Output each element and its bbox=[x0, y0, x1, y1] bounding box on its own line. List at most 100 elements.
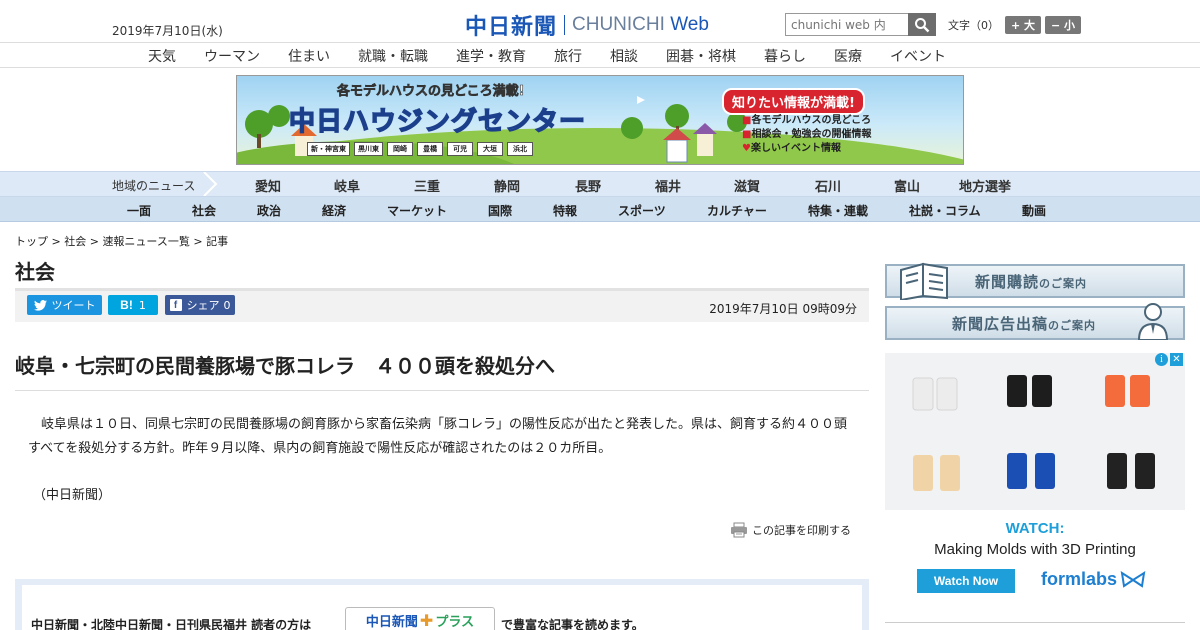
breadcrumb-separator: > bbox=[86, 235, 103, 248]
plus-promo-text: で豊富な記事を読めます。 bbox=[501, 618, 644, 630]
breadcrumb: トップ > 社会 > 速報ニュース一覧 > 記事 bbox=[15, 233, 228, 249]
banner-location: 黒川東 bbox=[354, 142, 383, 156]
search-input[interactable] bbox=[785, 13, 908, 36]
region-nav: 地域のニュース 愛知 岐阜 三重 静岡 長野 福井 滋賀 石川 富山 地方選挙 bbox=[0, 171, 1200, 197]
logo-jp: 中日新聞 bbox=[465, 14, 558, 40]
search-button[interactable] bbox=[908, 13, 936, 36]
section-nav-item[interactable]: マーケット bbox=[387, 202, 447, 219]
banner-location: 可児 bbox=[447, 142, 473, 156]
banner-location: 岡崎 bbox=[387, 142, 413, 156]
ad-close-icon[interactable]: ✕ bbox=[1170, 353, 1183, 366]
plus-cross-icon: ✚ bbox=[419, 610, 434, 630]
region-nav-item[interactable]: 福井 bbox=[655, 176, 681, 195]
breadcrumb-link[interactable]: トップ bbox=[15, 235, 48, 248]
article-credit: （中日新聞） bbox=[33, 488, 112, 503]
formlabs-butterfly-icon bbox=[1120, 570, 1146, 588]
person-icon bbox=[1137, 303, 1169, 340]
housing-center-banner[interactable]: 各モデルハウスの見どころ満載! 中日ハウジングセンター 新・神宮東 黒川東 岡崎… bbox=[236, 75, 964, 165]
section-nav-item[interactable]: 社説・コラム bbox=[909, 202, 981, 219]
section-nav-item[interactable]: 動画 bbox=[1022, 202, 1046, 219]
chevron-right-icon bbox=[203, 172, 218, 196]
region-nav-item[interactable]: 地方選挙 bbox=[959, 176, 1011, 195]
section-nav-item[interactable]: カルチャー bbox=[707, 202, 767, 219]
font-size-down-button[interactable]: − 小 bbox=[1045, 16, 1081, 34]
plus-promo-text: 中日新聞・北陸中日新聞・日刊県民福井 読者の方は bbox=[31, 618, 312, 630]
twitter-bird-icon bbox=[33, 299, 47, 311]
region-nav-item[interactable]: 石川 bbox=[815, 176, 841, 195]
banner-location: 豊橋 bbox=[417, 142, 443, 156]
section-nav-item[interactable]: 政治 bbox=[257, 202, 281, 219]
category-nav-item[interactable]: ウーマン bbox=[204, 46, 260, 66]
region-nav-item[interactable]: 三重 bbox=[414, 176, 440, 195]
category-nav-item[interactable]: 就職・転職 bbox=[358, 46, 428, 66]
category-nav-item[interactable]: 相談 bbox=[610, 46, 638, 66]
ad-product-illustration bbox=[912, 375, 1155, 491]
tweet-button[interactable]: ツイート bbox=[27, 295, 102, 315]
site-logo[interactable]: 中日新聞 CHUNICHI Web bbox=[465, 9, 709, 41]
breadcrumb-separator: > bbox=[48, 235, 65, 248]
category-nav-item[interactable]: 暮らし bbox=[764, 46, 806, 66]
section-nav-item[interactable]: 特報 bbox=[553, 202, 577, 219]
section-nav-item[interactable]: 経済 bbox=[322, 202, 346, 219]
category-nav-item[interactable]: イベント bbox=[890, 46, 946, 66]
ad-placement-banner[interactable]: 新聞広告出稿のご案内 bbox=[885, 303, 1185, 340]
article-headline: 岐阜・七宗町の民間養豚場で豚コレラ ４００頭を殺処分へ bbox=[15, 354, 555, 378]
facebook-icon: f bbox=[169, 299, 182, 311]
published-time: 2019年7月10日 09時09分 bbox=[709, 302, 857, 316]
ad-info-icon[interactable]: i bbox=[1155, 353, 1168, 366]
region-nav-item[interactable]: 富山 bbox=[894, 176, 920, 195]
share-bar: ツイート B! 1 f シェア 0 2019年7月10日 09時09分 bbox=[15, 288, 869, 322]
breadcrumb-link[interactable]: 社会 bbox=[64, 235, 86, 248]
banner-right-item: ■相談会・勉強会の開催情報 bbox=[742, 129, 872, 140]
ad-subheadline: Making Molds with 3D Printing bbox=[934, 541, 1136, 558]
header-date: 2019年7月10日(水) bbox=[112, 24, 223, 38]
formlabs-ad[interactable]: i ✕ WATCH: Making Molds with 3D Printing… bbox=[885, 353, 1185, 603]
section-nav-item[interactable]: 社会 bbox=[192, 202, 216, 219]
banner-right-item: ■各モデルハウスの見どころ bbox=[742, 115, 872, 126]
region-nav-item[interactable]: 静岡 bbox=[494, 176, 520, 195]
font-size-up-button[interactable]: + 大 bbox=[1005, 16, 1041, 34]
subscribe-label: 新聞購読のご案内 bbox=[975, 272, 1088, 291]
chunichi-plus-logo[interactable]: 中日新聞 ✚ プラス bbox=[345, 607, 495, 630]
banner-right-list: ■各モデルハウスの見どころ ■相談会・勉強会の開催情報 ♥楽しいイベント情報 bbox=[742, 114, 871, 156]
facebook-count: 0 bbox=[223, 298, 231, 312]
hatena-bookmark-button[interactable]: B! 1 bbox=[108, 295, 158, 315]
region-nav-item[interactable]: 岐阜 bbox=[334, 176, 360, 195]
logo-divider bbox=[564, 15, 566, 35]
section-nav-item[interactable]: 特集・連載 bbox=[808, 202, 868, 219]
facebook-share-label: シェア bbox=[186, 299, 220, 312]
print-article-link[interactable]: この記事を印刷する bbox=[730, 522, 851, 538]
chunichi-plus-promo: 中日新聞・北陸中日新聞・日刊県民福井 読者の方は 中日新聞 ✚ プラス で豊富な… bbox=[15, 579, 869, 630]
region-nav-item[interactable]: 滋賀 bbox=[734, 176, 760, 195]
ad-choices[interactable]: i ✕ bbox=[1155, 353, 1183, 367]
breadcrumb-separator: > bbox=[189, 235, 207, 248]
site-search bbox=[785, 13, 936, 36]
font-size-label: 文字（0） bbox=[948, 19, 999, 32]
banner-right-title: 知りたい情報が満載! bbox=[722, 88, 865, 115]
category-nav-item[interactable]: 旅行 bbox=[554, 46, 582, 66]
site-header: 2019年7月10日(水) 中日新聞 CHUNICHI Web 文字（0） + … bbox=[0, 0, 1200, 42]
section-nav-item[interactable]: 国際 bbox=[488, 202, 512, 219]
region-nav-item[interactable]: 長野 bbox=[575, 176, 601, 195]
category-nav-item[interactable]: 進学・教育 bbox=[456, 46, 526, 66]
region-nav-item[interactable]: 愛知 bbox=[255, 176, 281, 195]
banner-location: 浜北 bbox=[507, 142, 533, 156]
section-nav-item[interactable]: スポーツ bbox=[618, 202, 666, 219]
breadcrumb-link[interactable]: 速報ニュース一覧 bbox=[102, 235, 189, 248]
section-nav-item[interactable]: 一面 bbox=[127, 202, 151, 219]
ad-watch-now-button[interactable]: Watch Now bbox=[917, 569, 1015, 593]
category-nav-item[interactable]: 天気 bbox=[148, 46, 176, 66]
search-icon bbox=[915, 17, 930, 32]
category-nav-item[interactable]: 囲碁・将棋 bbox=[666, 46, 736, 66]
subscribe-banner[interactable]: 新聞購読のご案内 bbox=[885, 262, 1185, 300]
logo-en: CHUNICHI Web bbox=[572, 14, 709, 35]
banner-location: 大垣 bbox=[477, 142, 503, 156]
banner-right-item: ♥楽しいイベント情報 bbox=[742, 143, 841, 154]
category-nav-item[interactable]: 医療 bbox=[834, 46, 862, 66]
newspaper-icon bbox=[900, 262, 948, 300]
category-nav-item[interactable]: 住まい bbox=[288, 46, 330, 66]
ad-brand-logo: formlabs bbox=[1041, 569, 1146, 590]
printer-icon bbox=[731, 522, 747, 538]
plus-logo-label: プラス bbox=[435, 614, 475, 630]
facebook-share-button[interactable]: f シェア 0 bbox=[165, 295, 235, 315]
